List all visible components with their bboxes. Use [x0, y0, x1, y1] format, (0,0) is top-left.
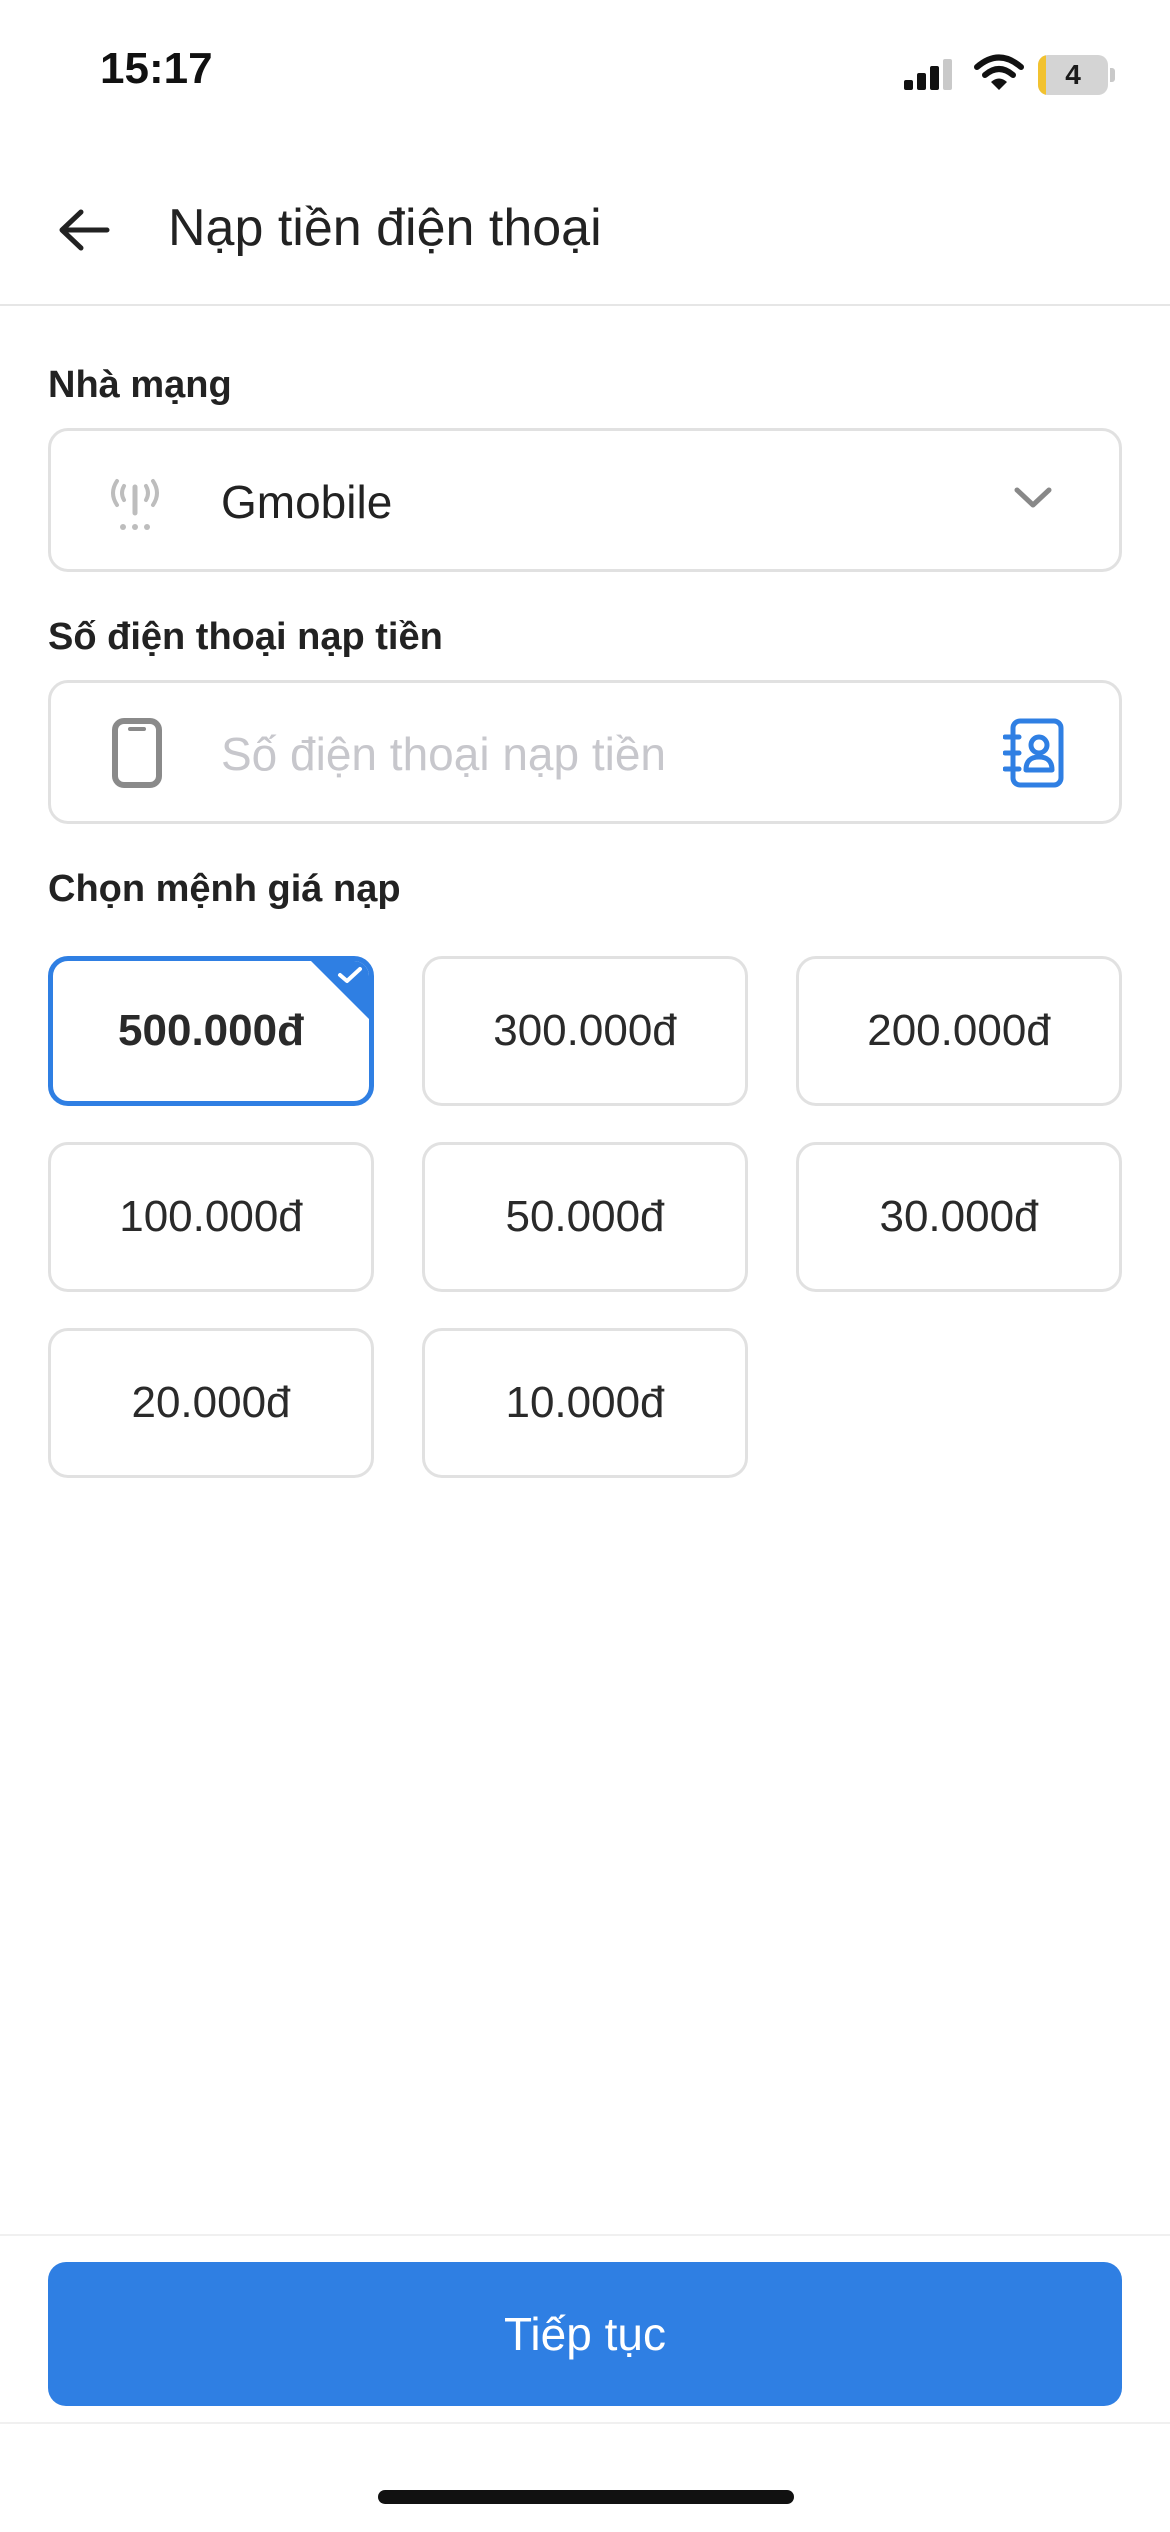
battery-icon: 4 — [1038, 55, 1115, 95]
amount-option[interactable]: 100.000đ — [48, 1142, 374, 1292]
chevron-down-icon — [1014, 487, 1052, 508]
wifi-icon — [974, 54, 1024, 90]
contact-book-icon[interactable] — [1003, 717, 1065, 789]
amount-option-label: 500.000đ — [118, 1006, 304, 1055]
app-header: Nạp tiền điện thoại — [0, 150, 1170, 306]
amount-option-label: 20.000đ — [131, 1378, 291, 1427]
amount-option[interactable]: 10.000đ — [422, 1328, 748, 1478]
carrier-select[interactable]: Gmobile — [48, 428, 1122, 572]
amount-option-label: 100.000đ — [119, 1192, 303, 1241]
amount-option[interactable]: 300.000đ — [422, 956, 748, 1106]
status-bar: 15:17 4 — [0, 0, 1170, 150]
carrier-label: Nhà mạng — [48, 364, 232, 406]
amount-option[interactable]: 50.000đ — [422, 1142, 748, 1292]
page-title: Nạp tiền điện thoại — [168, 199, 602, 257]
footer: Tiếp tục — [0, 2234, 1170, 2424]
amount-option[interactable]: 500.000đ — [48, 956, 374, 1106]
amount-option-label: 50.000đ — [505, 1192, 665, 1241]
amount-label: Chọn mệnh giá nạp — [48, 868, 401, 910]
phone-input[interactable] — [219, 717, 1009, 791]
phone-field — [48, 680, 1122, 824]
amount-option-label: 10.000đ — [505, 1378, 665, 1427]
status-time: 15:17 — [100, 44, 213, 93]
amount-option-label: 30.000đ — [879, 1192, 1039, 1241]
amount-grid: 500.000đ 300.000đ 200.000đ 100.000đ 50.0… — [48, 956, 1122, 1480]
battery-level: 4 — [1065, 59, 1081, 90]
antenna-icon — [111, 479, 159, 530]
back-button[interactable] — [44, 190, 124, 270]
phone-label: Số điện thoại nạp tiền — [48, 616, 443, 658]
amount-option[interactable]: 30.000đ — [796, 1142, 1122, 1292]
signal-icon — [904, 59, 952, 90]
amount-option[interactable]: 20.000đ — [48, 1328, 374, 1478]
amount-option-label: 300.000đ — [493, 1006, 677, 1055]
phone-icon — [112, 718, 162, 788]
arrow-left-icon — [59, 209, 110, 251]
continue-button[interactable]: Tiếp tục — [48, 2262, 1122, 2406]
amount-option[interactable]: 200.000đ — [796, 956, 1122, 1106]
carrier-selected-value: Gmobile — [221, 476, 393, 528]
check-icon — [338, 967, 362, 983]
home-indicator — [378, 2490, 794, 2504]
amount-option-label: 200.000đ — [867, 1006, 1051, 1055]
